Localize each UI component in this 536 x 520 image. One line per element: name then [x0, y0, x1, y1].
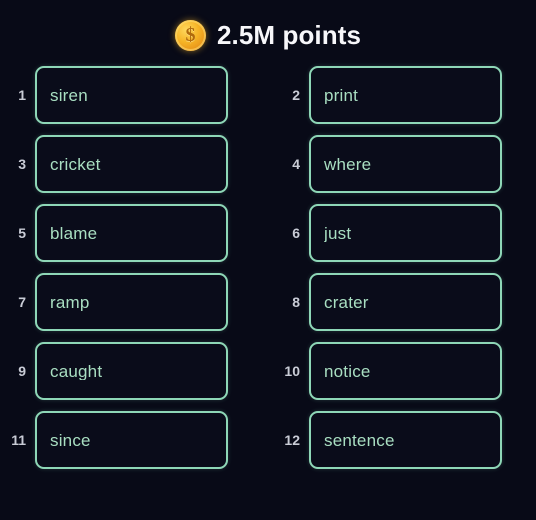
word-index-label: 6 [292, 225, 300, 241]
word-index-label: 2 [292, 87, 300, 103]
word-text: notice [324, 362, 371, 380]
word-text: since [50, 431, 91, 449]
word-text: siren [50, 86, 88, 104]
word-index-label: 11 [11, 432, 26, 448]
word-text: crater [324, 293, 369, 311]
word-list-item: 5 blame [0, 204, 228, 262]
word-input-box[interactable]: just [309, 204, 502, 262]
word-text: blame [50, 224, 98, 242]
word-input-box[interactable]: notice [309, 342, 502, 400]
word-index-label: 12 [284, 432, 300, 448]
word-list-item: 4 where [274, 135, 502, 193]
word-index-label: 10 [284, 363, 300, 379]
word-index-label: 1 [18, 87, 26, 103]
word-input-box[interactable]: print [309, 66, 502, 124]
word-list-item: 10 notice [274, 342, 502, 400]
word-list-item: 6 just [274, 204, 502, 262]
word-list-item: 7 ramp [0, 273, 228, 331]
coin-dollar-icon: $ [174, 19, 206, 51]
points-total-label: 2.5M points [216, 19, 362, 50]
word-grid: 1 siren 2 print 3 cricket 4 where 5 blame 6 just 7 ra… [0, 66, 536, 469]
word-input-box[interactable]: since [35, 411, 228, 469]
word-input-box[interactable]: sentence [309, 411, 502, 469]
word-input-box[interactable]: where [309, 135, 502, 193]
word-index-label: 5 [18, 225, 26, 241]
word-text: just [324, 224, 352, 242]
word-index-label: 9 [18, 363, 26, 379]
word-text: caught [50, 362, 103, 380]
word-input-box[interactable]: crater [309, 273, 502, 331]
points-header: $ 2.5M points [0, 0, 536, 66]
word-input-box[interactable]: siren [35, 66, 228, 124]
word-text: cricket [50, 155, 101, 173]
word-input-box[interactable]: caught [35, 342, 228, 400]
word-list-item: 12 sentence [274, 411, 502, 469]
word-text: ramp [50, 293, 90, 311]
dollar-symbol: $ [185, 24, 196, 46]
word-text: print [324, 86, 359, 104]
word-list-item: 11 since [0, 411, 228, 469]
word-input-box[interactable]: blame [35, 204, 228, 262]
word-list-item: 3 cricket [0, 135, 228, 193]
word-text: sentence [324, 431, 395, 449]
word-text: where [324, 155, 372, 173]
word-list-item: 8 crater [274, 273, 502, 331]
word-index-label: 3 [18, 156, 26, 172]
word-list-item: 9 caught [0, 342, 228, 400]
word-input-box[interactable]: ramp [35, 273, 228, 331]
word-input-box[interactable]: cricket [35, 135, 228, 193]
word-index-label: 8 [292, 294, 300, 310]
word-list-item: 2 print [274, 66, 502, 124]
points-word-list-screen: $ 2.5M points 1 siren 2 print 3 cricket 4 where… [0, 0, 536, 520]
word-index-label: 4 [292, 156, 300, 172]
word-index-label: 7 [18, 294, 26, 310]
word-list-item: 1 siren [0, 66, 228, 124]
